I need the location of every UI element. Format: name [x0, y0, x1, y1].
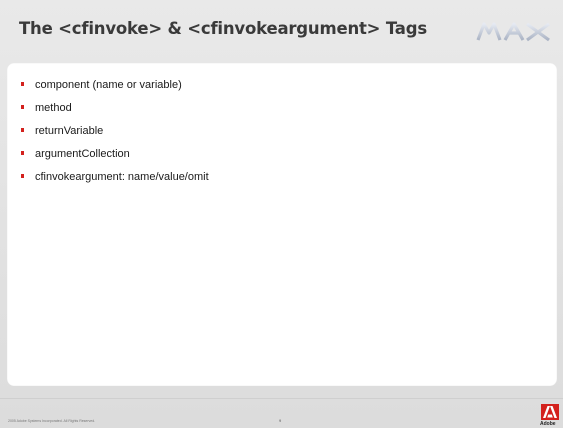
- bullet-item: argumentCollection: [21, 146, 209, 169]
- bullet-text: cfinvokeargument: name/value/omit: [35, 171, 209, 183]
- slide-title: The <cfinvoke> & <cfinvokeargument> Tags: [19, 19, 427, 38]
- bullet-text: returnVariable: [35, 125, 104, 137]
- bullet-marker-icon: [21, 82, 24, 86]
- bullet-item: method: [21, 100, 209, 123]
- bullet-item: returnVariable: [21, 123, 209, 146]
- bullet-list: component (name or variable) method retu…: [21, 77, 209, 192]
- bullet-text: argumentCollection: [35, 148, 130, 160]
- page-number: 9: [279, 418, 282, 423]
- bullet-item: cfinvokeargument: name/value/omit: [21, 169, 209, 192]
- max-logo-icon: [476, 22, 550, 42]
- bullet-item: component (name or variable): [21, 77, 209, 100]
- copyright-text: 2005 Adobe Systems Incorporated. All Rig…: [8, 419, 96, 423]
- bullet-text: method: [35, 102, 72, 114]
- footer-divider: [0, 398, 563, 399]
- content-panel: component (name or variable) method retu…: [7, 63, 557, 386]
- bullet-marker-icon: [21, 128, 24, 132]
- bullet-marker-icon: [21, 151, 24, 155]
- title-bar: The <cfinvoke> & <cfinvokeargument> Tags: [0, 0, 563, 60]
- bullet-text: component (name or variable): [35, 79, 182, 91]
- slide: The <cfinvoke> & <cfinvokeargument> Tags…: [0, 0, 563, 428]
- bullet-marker-icon: [21, 174, 24, 178]
- bullet-marker-icon: [21, 105, 24, 109]
- adobe-logo-text: Adobe: [540, 421, 556, 427]
